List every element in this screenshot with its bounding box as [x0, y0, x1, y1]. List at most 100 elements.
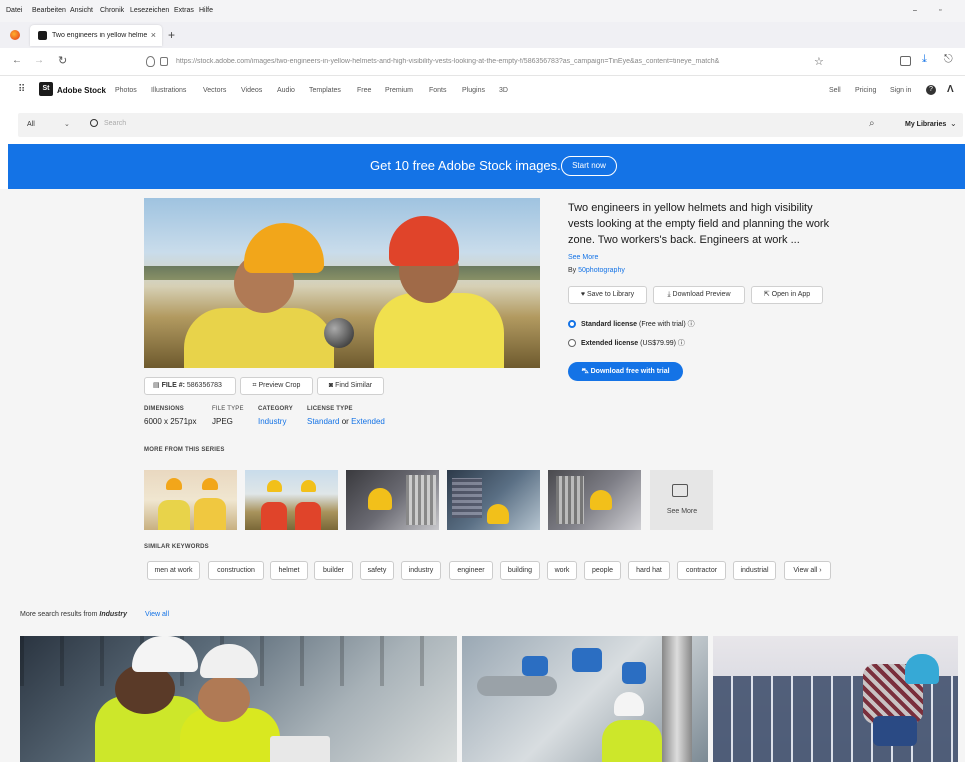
series-thumb-4[interactable] [447, 470, 540, 530]
nav-plugins[interactable]: Plugins [462, 87, 485, 94]
standard-license-note: (Free with trial) [638, 321, 686, 328]
extended-license-radio[interactable] [568, 339, 576, 347]
adobe-logo-icon[interactable]: Λ [947, 84, 954, 95]
brand-name[interactable]: Adobe Stock [57, 86, 106, 95]
series-thumb-5[interactable] [548, 470, 641, 530]
bookmark-star-icon[interactable]: ☆ [814, 55, 824, 68]
search-scope[interactable]: All [27, 121, 35, 128]
forward-icon[interactable]: → [34, 55, 44, 66]
menu-tools[interactable]: Extras [174, 7, 194, 14]
keyword-chip[interactable]: industry [401, 561, 441, 580]
find-similar-button[interactable]: ◙ Find Similar [317, 377, 384, 395]
reload-icon[interactable]: ↻ [58, 54, 67, 67]
result-image-1[interactable] [20, 636, 457, 762]
keyword-chip[interactable]: engineer [449, 561, 493, 580]
stack-icon [672, 484, 688, 497]
preview-crop-button[interactable]: ⌗ Preview Crop [240, 377, 313, 395]
nav-photos[interactable]: Photos [115, 87, 137, 94]
see-more-link[interactable]: See More [568, 254, 598, 261]
nav-pricing[interactable]: Pricing [855, 87, 876, 94]
my-libraries-button[interactable]: My Libraries [905, 121, 946, 128]
asset-title: Two engineers in yellow helmets and high… [568, 202, 830, 246]
menu-bookmarks[interactable]: Lesezeichen [130, 7, 169, 14]
author-link[interactable]: 50photography [578, 267, 625, 274]
menu-edit[interactable]: Bearbeiten [32, 7, 66, 14]
menu-view[interactable]: Ansicht [70, 7, 93, 14]
maximize-icon[interactable]: ▫ [939, 7, 941, 14]
back-icon[interactable]: ← [12, 55, 22, 66]
hero-image[interactable] [144, 198, 540, 368]
nav-premium[interactable]: Premium [385, 87, 413, 94]
author-line: By 50photography [568, 267, 625, 274]
shield-icon [146, 56, 155, 67]
info-icon[interactable]: ⓘ [688, 321, 695, 328]
keyword-chip[interactable]: people [584, 561, 621, 580]
series-thumb-1[interactable] [144, 470, 237, 530]
keyword-chip[interactable]: construction [208, 561, 264, 580]
download-preview-button[interactable]: ⤓ Download Preview [653, 286, 745, 304]
info-icon[interactable]: ⓘ [678, 340, 685, 347]
sidebar-icon[interactable] [900, 56, 911, 66]
license-standard-link[interactable]: Standard [307, 417, 339, 426]
downloads-icon[interactable]: ⤓ [922, 53, 927, 66]
keyword-chip[interactable]: builder [314, 561, 353, 580]
download-free-trial-button[interactable]: ⛍ Download free with trial [568, 362, 683, 381]
more-results-view-all-link[interactable]: View all [145, 611, 169, 618]
search-input[interactable]: Search [104, 120, 126, 127]
menu-history[interactable]: Chronik [100, 7, 124, 14]
url-text: https://stock.adobe.com/images/two-engin… [176, 58, 720, 65]
keyword-chip[interactable]: safety [360, 561, 394, 580]
open-in-app-button[interactable]: ⇱ Open in App [751, 286, 823, 304]
help-icon[interactable]: ? [926, 85, 936, 95]
camera-icon: ◙ [328, 382, 334, 389]
nav-audio[interactable]: Audio [277, 87, 295, 94]
save-to-library-button[interactable]: ♥ Save to Library [568, 286, 647, 304]
category-link[interactable]: Industry [258, 417, 286, 426]
nav-sign-in[interactable]: Sign in [890, 87, 911, 94]
view-all-keywords-button[interactable]: View all › [784, 561, 831, 580]
minimize-icon[interactable]: – [913, 7, 917, 14]
keyword-chip[interactable]: helmet [270, 561, 308, 580]
nav-vectors[interactable]: Vectors [203, 87, 226, 94]
nav-videos[interactable]: Videos [241, 87, 262, 94]
license-extended-link[interactable]: Extended [351, 417, 385, 426]
nav-free[interactable]: Free [357, 87, 371, 94]
menu-help[interactable]: Hilfe [199, 7, 213, 14]
tab-active[interactable]: Two engineers in yellow helme × [30, 25, 162, 46]
keyword-chip[interactable]: building [500, 561, 540, 580]
keyword-chip[interactable]: men at work [147, 561, 200, 580]
new-tab-icon[interactable]: + [168, 28, 175, 42]
keyword-chip[interactable]: hard hat [628, 561, 670, 580]
find-similar-label: Find Similar [335, 382, 373, 389]
nav-sell[interactable]: Sell [829, 87, 841, 94]
adobe-stock-logo[interactable]: St [39, 82, 53, 96]
keyword-chip[interactable]: industrial [733, 561, 776, 580]
standard-license-option[interactable]: Standard license (Free with trial) ⓘ [581, 319, 695, 329]
url-field[interactable]: https://stock.adobe.com/images/two-engin… [140, 52, 830, 72]
nav-illustrations[interactable]: Illustrations [151, 87, 186, 94]
keyword-chip[interactable]: contractor [677, 561, 726, 580]
apps-grid-icon[interactable]: ⠿ [18, 84, 25, 95]
keyword-chip[interactable]: work [547, 561, 577, 580]
result-image-2[interactable] [462, 636, 708, 762]
libraries-chevron-icon[interactable]: ⌄ [950, 119, 957, 128]
extensions-icon[interactable]: ⎋ [944, 53, 953, 66]
visual-search-icon[interactable]: ⌕ [869, 118, 875, 129]
series-thumb-3[interactable] [346, 470, 439, 530]
extended-license-option[interactable]: Extended license (US$79.99) ⓘ [581, 338, 685, 348]
open-in-app-label: Open in App [771, 291, 811, 298]
nav-fonts[interactable]: Fonts [429, 87, 447, 94]
menu-bar: Datei Bearbeiten Ansicht Chronik Lesezei… [0, 0, 965, 22]
nav-templates[interactable]: Templates [309, 87, 341, 94]
close-tab-icon[interactable]: × [151, 30, 156, 40]
chevron-down-icon[interactable]: ⌄ [64, 120, 70, 128]
extended-license-note: (US$79.99) [640, 340, 676, 347]
start-now-button[interactable]: Start now [561, 156, 617, 176]
standard-license-radio[interactable] [568, 320, 576, 328]
menu-file[interactable]: Datei [6, 7, 22, 14]
series-thumb-2[interactable] [245, 470, 338, 530]
nav-3d[interactable]: 3D [499, 87, 508, 94]
series-see-more-tile[interactable]: See More [650, 470, 713, 530]
keywords-heading: SIMILAR KEYWORDS [144, 544, 209, 550]
result-image-3[interactable] [713, 636, 958, 762]
